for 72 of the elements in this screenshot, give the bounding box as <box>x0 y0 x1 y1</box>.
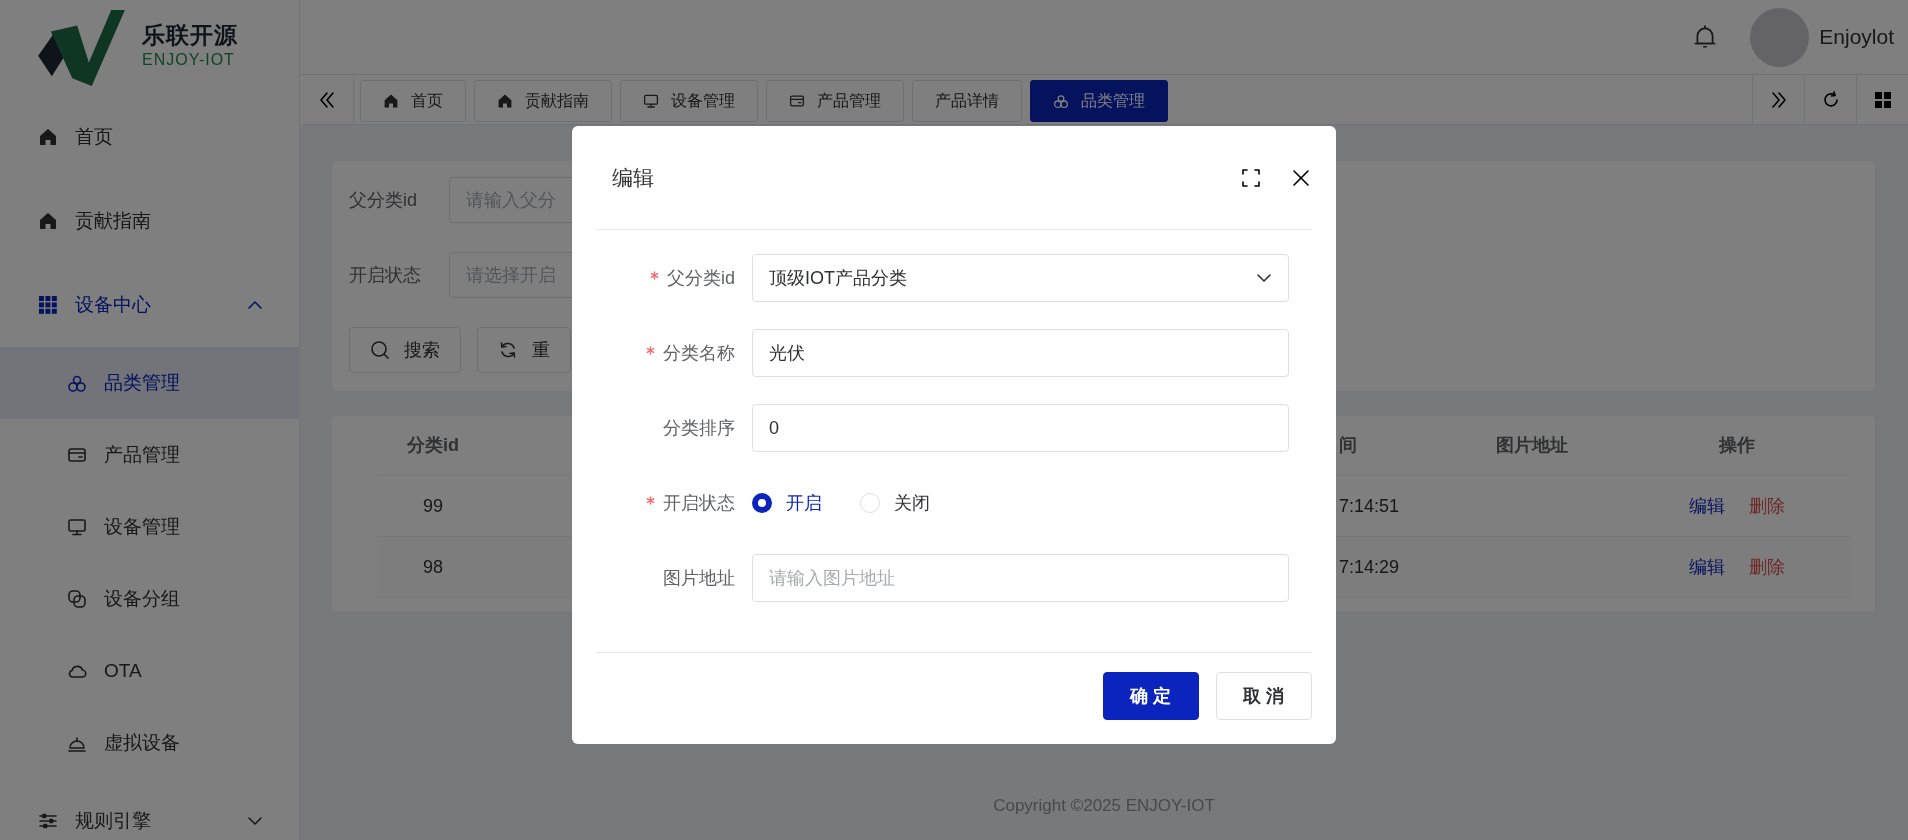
field-label: 分类名称 <box>663 342 735 363</box>
table-cell-text: 7:14:29 <box>1339 555 1400 579</box>
cherries-icon <box>1053 93 1069 109</box>
sidebar-item[interactable]: 贡献指南 <box>0 179 299 263</box>
grid-icon <box>1872 89 1893 110</box>
input-field[interactable]: 请输入图片地址 <box>752 554 1289 602</box>
brand-subtitle: ENJOY-IOT <box>142 50 236 71</box>
field-label: 分类排序 <box>663 417 735 438</box>
search-form-button[interactable]: 搜索 <box>349 327 461 373</box>
asterisk-icon <box>646 495 655 505</box>
home-icon <box>497 93 513 109</box>
sidebar-item[interactable]: 品类管理 <box>0 347 299 419</box>
tab[interactable]: 贡献指南 <box>474 80 612 122</box>
sliders-icon <box>38 811 58 831</box>
sidebar-item[interactable]: 规则引擎 <box>0 779 299 840</box>
column-header: 分类id <box>407 434 459 457</box>
sidebar-item[interactable]: 首页 <box>0 95 299 179</box>
delete-link[interactable]: 删除 <box>1737 492 1797 520</box>
column-header: 间 <box>1339 434 1357 457</box>
column-header: 图片地址 <box>1496 434 1568 457</box>
tab[interactable]: 产品详情 <box>912 80 1022 122</box>
table-cell-text: 98 <box>423 555 443 579</box>
input-field[interactable]: 0 <box>752 404 1289 452</box>
monitor-icon <box>67 517 87 537</box>
select-field[interactable]: 顶级IOT产品分类 <box>752 254 1289 302</box>
field-label: 父分类id <box>349 188 418 212</box>
radio-option[interactable]: 关闭 <box>860 489 930 517</box>
field-label: 图片地址 <box>663 567 735 588</box>
linked-squares-icon <box>67 589 87 609</box>
tab[interactable]: 产品管理 <box>766 80 904 122</box>
column-header: 操作 <box>1719 434 1755 457</box>
confirm-button[interactable]: 确 定 <box>1103 672 1199 720</box>
home-icon <box>38 211 58 231</box>
sidebar-item[interactable]: 产品管理 <box>0 419 299 491</box>
edit-link[interactable]: 编辑 <box>1677 553 1737 581</box>
radio-option[interactable]: 开启 <box>752 489 822 517</box>
brand-name: 乐联开源 <box>142 22 238 49</box>
card-icon <box>789 93 805 109</box>
input-field[interactable]: 光伏 <box>752 329 1289 377</box>
edit-link[interactable]: 编辑 <box>1677 492 1737 520</box>
home-icon <box>38 127 58 147</box>
asterisk-icon <box>650 270 659 280</box>
logo-icon <box>38 9 128 86</box>
table-cell-text: 99 <box>423 494 443 518</box>
cherries-icon <box>67 373 87 393</box>
dialog-title: 编辑 <box>612 164 655 191</box>
sidebar-item[interactable]: OTA <box>0 635 299 707</box>
home-icon <box>383 93 399 109</box>
field-label: 开启状态 <box>663 492 735 513</box>
card-icon <box>67 445 87 465</box>
search-icon <box>370 340 390 360</box>
user-name[interactable]: Enjoylot <box>1819 21 1894 53</box>
field-label: 父分类id <box>667 267 735 288</box>
table-cell-text: 7:14:51 <box>1339 494 1400 518</box>
sidebar-item[interactable]: 设备中心 <box>0 263 299 347</box>
monitor-icon <box>643 93 659 109</box>
maximize-button[interactable] <box>1240 166 1262 189</box>
sidebar-item[interactable]: 虚拟设备 <box>0 707 299 779</box>
refresh-icon <box>498 340 518 360</box>
asterisk-icon <box>646 345 655 355</box>
tab[interactable]: 首页 <box>360 80 466 122</box>
grid-icon <box>38 295 58 315</box>
search-form-button[interactable]: 重 <box>477 327 571 373</box>
tab[interactable]: 品类管理 <box>1030 80 1168 122</box>
field-label: 开启状态 <box>349 263 422 287</box>
delete-link[interactable]: 删除 <box>1737 553 1797 581</box>
sidebar-item[interactable]: 设备分组 <box>0 563 299 635</box>
maximize-icon <box>1240 166 1262 189</box>
sidebar-item[interactable]: 设备管理 <box>0 491 299 563</box>
tab[interactable]: 设备管理 <box>620 80 758 122</box>
bell-icon <box>1692 24 1719 50</box>
cancel-button[interactable]: 取 消 <box>1216 672 1312 720</box>
